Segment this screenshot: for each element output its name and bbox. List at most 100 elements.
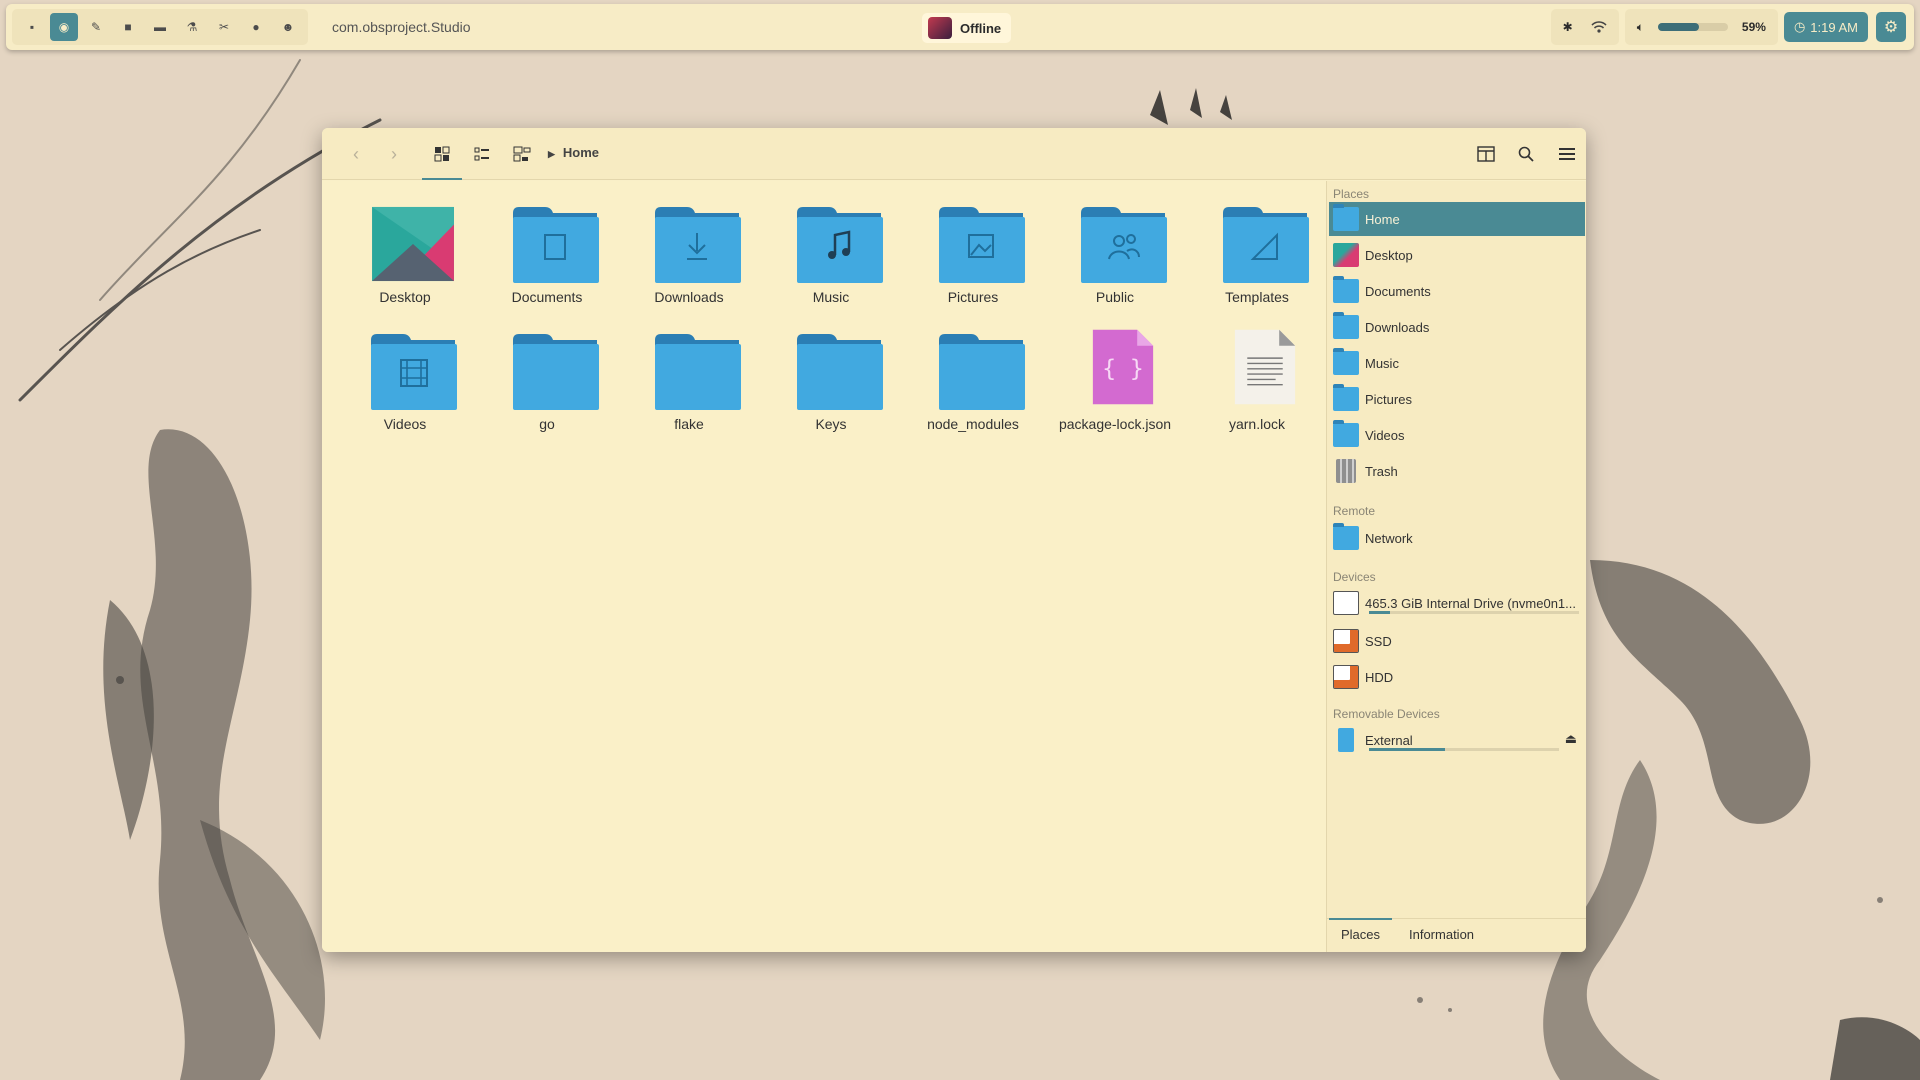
- obs-status-label: Offline: [960, 20, 1002, 36]
- sidebar-item-network[interactable]: Network: [1329, 521, 1585, 555]
- sidebar-item-internal-drive[interactable]: 465.3 GiB Internal Drive (nvme0n1...: [1329, 586, 1585, 620]
- file-item-yarn-lock[interactable]: yarn.lock: [1186, 326, 1328, 446]
- speaker-icon[interactable]: 🔈︎: [1637, 20, 1644, 35]
- file-item-downloads[interactable]: Downloads: [618, 199, 760, 319]
- pen-icon[interactable]: ✎: [82, 13, 110, 41]
- sidebar-tabs: Places Information: [1327, 918, 1586, 952]
- file-item-videos[interactable]: Videos: [334, 326, 476, 446]
- spotify-icon[interactable]: ●: [242, 13, 270, 41]
- breadcrumb-home[interactable]: Home: [563, 145, 599, 160]
- sidebar-item-documents[interactable]: Documents: [1329, 274, 1585, 308]
- sidebar-item-videos[interactable]: Videos: [1329, 418, 1585, 452]
- file-item-label: yarn.lock: [1228, 416, 1286, 432]
- forward-arrow-icon[interactable]: ›: [380, 140, 408, 168]
- file-item-label: Public: [1095, 289, 1135, 305]
- file-item-label: flake: [674, 416, 704, 432]
- folder-icon: [1079, 205, 1167, 283]
- hamburger-menu-icon[interactable]: [1553, 140, 1581, 168]
- folder-icon: [653, 332, 741, 410]
- sidebar-item-home[interactable]: Home: [1329, 202, 1585, 236]
- clock-button[interactable]: ◷ 1:19 AM: [1783, 12, 1868, 42]
- json-file-icon: { }: [1092, 329, 1154, 405]
- trash-icon: [1336, 459, 1356, 483]
- external-usage-bar: [1369, 748, 1559, 751]
- sidebar-item-external[interactable]: External ⏏: [1329, 723, 1585, 757]
- places-section-title: Places: [1333, 187, 1370, 201]
- top-panel: ▪ ◉ ✎ ■ ▬ ⚗ ✂ ● ☻ com.obsproject.Studio …: [6, 4, 1914, 50]
- eject-icon[interactable]: ⏏: [1565, 731, 1577, 747]
- folder-icon[interactable]: ■: [114, 13, 142, 41]
- pictures-folder-icon: [1333, 384, 1359, 411]
- firefox-icon[interactable]: ◉: [50, 13, 78, 41]
- sidebar-item-trash[interactable]: Trash: [1329, 454, 1585, 488]
- settings-gear-icon[interactable]: ⚙: [1876, 12, 1906, 42]
- folder-icon: [653, 205, 741, 283]
- sidebar-item-ssd[interactable]: SSD: [1329, 624, 1585, 658]
- bluetooth-icon[interactable]: ✱: [1563, 20, 1573, 34]
- file-item-label: Documents: [511, 289, 583, 305]
- folder-icon: [511, 205, 599, 283]
- file-item-node-modules[interactable]: node_modules: [902, 326, 1044, 446]
- sidebar-item-hdd[interactable]: HDD: [1329, 660, 1585, 694]
- icon-view-button[interactable]: [422, 140, 462, 180]
- sidebar-item-label: External: [1365, 732, 1413, 748]
- devices-section-title: Devices: [1333, 570, 1376, 584]
- file-item-package-lock-json[interactable]: { } package-lock.json: [1044, 326, 1186, 446]
- flask-icon[interactable]: ⚗: [178, 13, 206, 41]
- file-item-label: node_modules: [927, 416, 1019, 432]
- file-item-label: Downloads: [654, 289, 724, 305]
- terminal-icon[interactable]: ▪: [18, 13, 46, 41]
- file-item-label: Videos: [383, 416, 427, 432]
- obs-status-indicator[interactable]: Offline: [922, 13, 1012, 43]
- documents-folder-icon: [1333, 276, 1359, 303]
- network-pill[interactable]: ✱: [1550, 9, 1619, 45]
- tools-icon[interactable]: ✂: [210, 13, 238, 41]
- file-item-keys[interactable]: Keys: [760, 326, 902, 446]
- places-sidebar: Places Home Desktop Documents Downloads Musi…: [1326, 181, 1586, 952]
- volume-pill[interactable]: 🔈︎ 59%: [1624, 9, 1778, 45]
- file-item-public[interactable]: Public: [1044, 199, 1186, 319]
- folder-icon: [1221, 205, 1309, 283]
- back-arrow-icon[interactable]: ‹: [342, 140, 370, 168]
- folder-icon: [937, 332, 1025, 410]
- sidebar-item-label: SSD: [1365, 633, 1392, 649]
- file-item-flake[interactable]: flake: [618, 326, 760, 446]
- volume-slider-fill: [1657, 23, 1700, 31]
- split-view-button[interactable]: [1472, 140, 1500, 168]
- downloads-folder-icon: [1333, 312, 1359, 339]
- file-item-desktop[interactable]: Desktop: [334, 199, 476, 319]
- file-item-pictures[interactable]: Pictures: [902, 199, 1044, 319]
- svg-text:{ }: { }: [1102, 356, 1144, 382]
- file-view[interactable]: Desktop Documents Downloads Music Pictures Pu…: [322, 181, 1326, 952]
- discord-icon[interactable]: ☻: [274, 13, 302, 41]
- sidebar-item-pictures[interactable]: Pictures: [1329, 382, 1585, 416]
- list-view-button[interactable]: [468, 140, 496, 168]
- file-item-templates[interactable]: Templates: [1186, 199, 1328, 319]
- volume-slider[interactable]: [1657, 23, 1728, 31]
- folder-icon: [369, 332, 457, 410]
- file-item-go[interactable]: go: [476, 326, 618, 446]
- tab-information[interactable]: Information: [1409, 927, 1474, 942]
- folder-icon: [795, 205, 883, 283]
- drive-icon: [1333, 591, 1359, 615]
- hdd-drive-icon: [1333, 665, 1359, 689]
- videos-folder-icon: [1333, 420, 1359, 447]
- file-item-music[interactable]: Music: [760, 199, 902, 319]
- breadcrumb[interactable]: ▶ Home: [548, 145, 599, 160]
- wifi-icon[interactable]: [1591, 20, 1607, 34]
- tab-places[interactable]: Places: [1328, 918, 1393, 942]
- search-icon[interactable]: [1512, 140, 1540, 168]
- sidebar-item-label: Downloads: [1365, 319, 1430, 335]
- column-view-button[interactable]: [508, 140, 536, 168]
- chat-icon[interactable]: ▬: [146, 13, 174, 41]
- file-item-label: Music: [812, 289, 850, 305]
- sidebar-item-label: Network: [1365, 530, 1413, 546]
- sidebar-item-music[interactable]: Music: [1329, 346, 1585, 380]
- music-folder-icon: [1333, 348, 1359, 375]
- sidebar-item-downloads[interactable]: Downloads: [1329, 310, 1585, 344]
- clock-time: 1:19 AM: [1810, 19, 1858, 35]
- sidebar-item-desktop[interactable]: Desktop: [1329, 238, 1585, 272]
- file-item-documents[interactable]: Documents: [476, 199, 618, 319]
- folder-icon: [511, 332, 599, 410]
- sidebar-item-label: Documents: [1365, 283, 1431, 299]
